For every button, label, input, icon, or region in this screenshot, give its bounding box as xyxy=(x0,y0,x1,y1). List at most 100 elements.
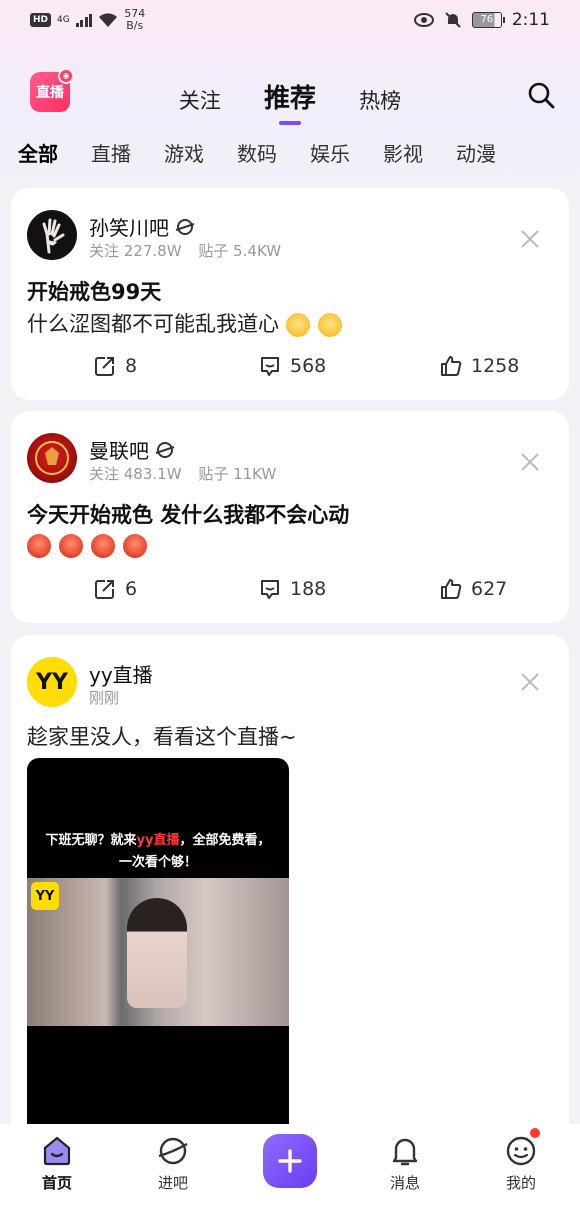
forum-name-label: 孙笑川吧 xyxy=(89,216,169,240)
angry-emoji-icon xyxy=(59,534,83,558)
nav-home[interactable]: 首页 xyxy=(22,1134,92,1193)
plus-icon xyxy=(278,1149,302,1173)
nav-forums[interactable]: 进吧 xyxy=(138,1134,208,1193)
notification-dot xyxy=(530,1128,540,1138)
forum-avatar[interactable] xyxy=(27,433,77,483)
share-button[interactable]: 8 xyxy=(93,354,137,378)
tab-recommended[interactable]: 推荐 xyxy=(264,78,316,125)
signal-icon xyxy=(75,13,93,27)
nav-messages-label: 消息 xyxy=(389,1174,420,1192)
post-title[interactable]: 开始戒色99天 xyxy=(27,276,161,306)
post-card[interactable]: 孙笑川吧 关注 227.8W 贴子 5.4KW 开始戒色99天 什么涩图都不可能… xyxy=(11,188,569,400)
yy-badge-icon: YY xyxy=(31,882,59,910)
tab-following[interactable]: 关注 xyxy=(179,85,221,115)
post-time: 刚刚 xyxy=(89,689,120,707)
follower-count: 关注 483.1W xyxy=(89,465,182,483)
thumbs-up-icon xyxy=(441,356,462,376)
category-anime[interactable]: 动漫 xyxy=(456,138,496,167)
close-icon[interactable] xyxy=(519,671,541,693)
like-count: 1258 xyxy=(471,355,520,377)
post-text-content: 什么涩图都不可能乱我道心 xyxy=(27,312,279,336)
close-icon[interactable] xyxy=(519,451,541,473)
category-digital[interactable]: 数码 xyxy=(237,138,277,167)
comment-icon xyxy=(261,580,279,599)
status-bar: HD 4G 574 B/s 76 2:11 xyxy=(0,0,580,44)
mute-bell-icon xyxy=(445,12,461,28)
angry-emoji-icon xyxy=(123,534,147,558)
follower-count: 关注 227.8W xyxy=(89,242,182,260)
top-nav: 直播 ◉ 关注 推荐 热榜 xyxy=(0,66,580,126)
comment-button[interactable]: 188 xyxy=(258,577,326,601)
post-title[interactable]: 今天开始戒色 发什么我都不会心动 xyxy=(27,499,349,529)
post-text[interactable] xyxy=(27,533,155,558)
shy-emoji-icon xyxy=(285,313,310,337)
network-speed: 574 B/s xyxy=(124,7,146,32)
video-person-image xyxy=(127,898,187,1008)
comment-count: 568 xyxy=(290,355,327,377)
share-button[interactable]: 6 xyxy=(93,577,137,601)
thread-count: 贴子 11KW xyxy=(198,465,277,483)
home-icon xyxy=(43,1136,71,1166)
close-icon[interactable] xyxy=(519,228,541,250)
post-actions: 8 568 1258 xyxy=(11,354,569,384)
angry-emoji-icon xyxy=(27,534,51,558)
yy-logo[interactable]: YY xyxy=(27,657,77,707)
forum-name[interactable]: 曼联吧 xyxy=(89,435,175,464)
share-icon xyxy=(95,357,114,376)
nav-mine-label: 我的 xyxy=(505,1174,536,1192)
category-games[interactable]: 游戏 xyxy=(164,138,204,167)
forum-name[interactable]: yy直播 xyxy=(89,659,153,688)
video-thumbnail[interactable]: 下班无聊？就来yy直播，全部免费看， 一次看个够！ YY xyxy=(27,758,289,1128)
post-text[interactable]: 趁家里没人，看看这个直播~ xyxy=(27,721,297,751)
share-icon xyxy=(95,580,114,599)
eye-icon xyxy=(413,13,434,27)
nav-mine[interactable]: 我的 xyxy=(486,1128,556,1193)
create-post-button[interactable] xyxy=(263,1134,317,1188)
shy-emoji-icon xyxy=(317,313,342,337)
planet-icon xyxy=(158,1137,188,1165)
comment-button[interactable]: 568 xyxy=(258,354,326,378)
post-actions: 6 188 627 xyxy=(11,577,569,607)
network-type: 4G xyxy=(57,14,70,25)
forum-avatar[interactable] xyxy=(27,210,77,260)
video-caption: 下班无聊？就来yy直播，全部免费看， 一次看个够！ xyxy=(45,833,271,870)
clock: 2:11 xyxy=(511,10,550,30)
bell-icon xyxy=(392,1138,418,1166)
nav-messages[interactable]: 消息 xyxy=(370,1134,440,1193)
nav-tabs: 关注 推荐 热榜 xyxy=(0,78,580,125)
tab-hot-list[interactable]: 热榜 xyxy=(359,85,401,115)
share-count: 6 xyxy=(125,578,138,600)
like-button[interactable]: 1258 xyxy=(439,354,519,378)
wifi-icon xyxy=(99,13,118,27)
thumbs-up-icon xyxy=(441,579,462,599)
category-entertainment[interactable]: 娱乐 xyxy=(310,138,350,167)
nav-home-label: 首页 xyxy=(41,1174,72,1192)
post-card[interactable]: 曼联吧 关注 483.1W 贴子 11KW 今天开始戒色 发什么我都不会心动 6… xyxy=(11,411,569,623)
planet-icon xyxy=(155,441,175,458)
category-live[interactable]: 直播 xyxy=(91,138,131,167)
share-count: 8 xyxy=(125,355,138,377)
category-film[interactable]: 影视 xyxy=(383,138,423,167)
post-text[interactable]: 什么涩图都不可能乱我道心 xyxy=(27,308,350,338)
comment-count: 188 xyxy=(290,578,327,600)
video-frame xyxy=(27,878,289,1026)
planet-icon xyxy=(175,218,195,235)
forum-name-label: 曼联吧 xyxy=(89,439,149,463)
forum-stats: 关注 227.8W 贴子 5.4KW xyxy=(89,240,293,261)
hd-badge: HD xyxy=(30,13,52,27)
comment-icon xyxy=(261,357,279,376)
like-count: 627 xyxy=(471,578,508,600)
forum-name[interactable]: 孙笑川吧 xyxy=(89,212,195,241)
nav-forums-label: 进吧 xyxy=(157,1174,188,1192)
post-card[interactable]: YY yy直播 刚刚 趁家里没人，看看这个直播~ 下班无聊？就来yy直播，全部免… xyxy=(11,635,569,1155)
smiley-icon xyxy=(506,1136,536,1166)
bottom-nav: 首页 进吧 消息 我的 xyxy=(0,1124,580,1205)
battery-indicator: 76 xyxy=(471,12,505,28)
forum-name-label: yy直播 xyxy=(89,663,153,687)
thread-count: 贴子 5.4KW xyxy=(198,242,282,260)
angry-emoji-icon xyxy=(91,534,115,558)
category-all[interactable]: 全部 xyxy=(18,138,58,167)
like-button[interactable]: 627 xyxy=(439,577,507,601)
search-icon[interactable] xyxy=(526,80,556,110)
category-tabs: 全部 直播 游戏 数码 娱乐 影视 动漫 xyxy=(18,138,496,167)
